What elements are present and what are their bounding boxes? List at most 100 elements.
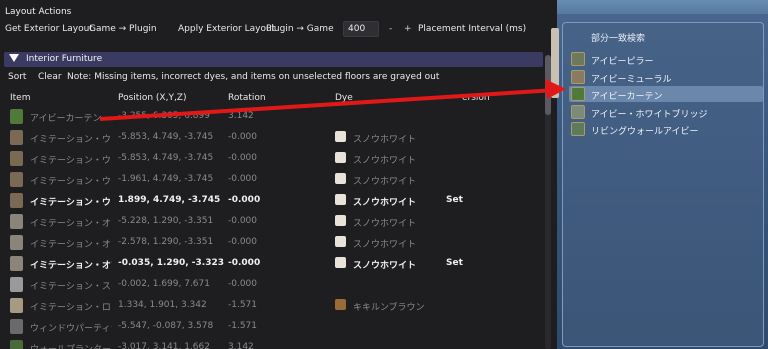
table-row[interactable]: ウォールプランター -3.017, 3.141, 1.662 3.142 bbox=[0, 338, 545, 349]
item-name: イミテーション・ウッド bbox=[30, 198, 112, 208]
column-position: Position (X,Y,Z) bbox=[118, 93, 187, 103]
item-rotation: -0.000 bbox=[228, 132, 258, 142]
search-result-item[interactable]: アイビーカーテン bbox=[569, 86, 763, 102]
item-position: 1.334, 1.901, 3.342 bbox=[118, 300, 207, 310]
sort-button[interactable]: Sort bbox=[8, 72, 26, 82]
item-dye: キキルンブラウン bbox=[353, 303, 425, 313]
placement-interval-input[interactable] bbox=[343, 21, 379, 37]
item-thumbnail-icon bbox=[10, 340, 23, 349]
plugin-to-game-label: Plugin → Game bbox=[266, 24, 334, 34]
dye-swatch bbox=[335, 173, 346, 184]
item-thumbnail-icon bbox=[10, 256, 23, 271]
furniture-icon bbox=[571, 87, 585, 101]
table-row[interactable]: イミテーション・オブジ -0.035, 1.290, -3.323 -0.000 スノ… bbox=[0, 254, 545, 275]
search-window-title: 部分一致検索 bbox=[591, 34, 646, 44]
get-exterior-layout-button[interactable]: Get Exterior Layout bbox=[5, 24, 93, 34]
apply-exterior-layout-button[interactable]: Apply Exterior Layout bbox=[178, 24, 275, 34]
search-result-label: アイビー・ホワイトブリッジ bbox=[591, 109, 708, 120]
search-result-label: アイビーカーテン bbox=[591, 92, 663, 102]
item-name: アイビーカーテン bbox=[30, 114, 102, 124]
dye-swatch bbox=[335, 194, 346, 205]
game-to-plugin-label: Game → Plugin bbox=[89, 24, 157, 34]
item-name: ウォールプランター bbox=[30, 342, 112, 349]
item-rotation: -0.000 bbox=[228, 216, 258, 226]
table-scrollbar[interactable] bbox=[545, 55, 551, 349]
item-thumbnail-icon bbox=[10, 130, 23, 145]
furniture-icon bbox=[571, 104, 585, 119]
search-result-item[interactable]: アイビーピラー bbox=[569, 51, 763, 67]
item-rotation: 3.142 bbox=[228, 111, 254, 121]
item-rotation: -0.000 bbox=[228, 237, 258, 247]
table-row[interactable]: イミテーション・オブジ -5.228, 1.290, -3.351 -0.000 スノ… bbox=[0, 212, 545, 233]
search-result-label: リビングウォールアイビー bbox=[591, 127, 699, 137]
item-rotation: 3.142 bbox=[228, 342, 254, 349]
table-row[interactable]: イミテーション・ロング 1.334, 1.901, 3.342 -1.571 キキルン… bbox=[0, 296, 545, 317]
item-position: -3.255, 6.305, 6.899 bbox=[118, 111, 210, 121]
item-name: イミテーション・ウッド bbox=[30, 135, 112, 145]
item-rotation: -0.000 bbox=[228, 195, 261, 205]
item-position: -2.578, 1.290, -3.351 bbox=[118, 237, 214, 247]
item-position: -5.853, 4.749, -3.745 bbox=[118, 153, 214, 163]
table-header: Item Position (X,Y,Z) Rotation Dye ersio… bbox=[0, 93, 545, 105]
game-edge-object bbox=[551, 28, 559, 98]
item-thumbnail-icon bbox=[10, 193, 23, 208]
item-dye: スノウホワイト bbox=[353, 156, 417, 166]
collapse-triangle-icon bbox=[9, 54, 19, 62]
dye-swatch bbox=[335, 152, 346, 163]
table-row[interactable]: イミテーション・ウッド 1.899, 4.749, -3.745 -0.000 スノウ… bbox=[0, 191, 545, 212]
table-row[interactable]: イミテーション・ウッド -1.961, 4.749, -3.745 -0.000 スノ… bbox=[0, 170, 545, 191]
item-thumbnail-icon bbox=[10, 151, 23, 166]
item-position: -1.961, 4.749, -3.745 bbox=[118, 174, 214, 184]
interior-furniture-label: Interior Furniture bbox=[26, 54, 103, 64]
item-dye: スノウホワイト bbox=[353, 261, 417, 271]
set-button[interactable]: Set bbox=[446, 258, 463, 268]
game-top-strip bbox=[557, 0, 768, 14]
item-position: -3.017, 3.141, 1.662 bbox=[118, 342, 210, 349]
item-rotation: -1.571 bbox=[228, 300, 258, 310]
item-name: イミテーション・ロング bbox=[30, 303, 112, 313]
interval-increment-button[interactable]: + bbox=[404, 24, 412, 34]
set-button[interactable]: Set bbox=[446, 195, 463, 205]
table-row[interactable]: アイビーカーテン -3.255, 6.305, 6.899 3.142 bbox=[0, 107, 545, 128]
item-name: イミテーション・オブジ bbox=[30, 219, 112, 229]
item-position: 1.899, 4.749, -3.745 bbox=[118, 195, 221, 205]
table-row[interactable]: イミテーション・スモー -0.002, 1.699, 7.671 -0.000 bbox=[0, 275, 545, 296]
item-dye: スノウホワイト bbox=[353, 219, 417, 229]
search-result-label: アイビーピラー bbox=[591, 57, 654, 67]
furniture-icon bbox=[571, 52, 585, 66]
table-row[interactable]: イミテーション・ウッド -5.853, 4.749, -3.745 -0.000 スノ… bbox=[0, 128, 545, 149]
item-position: -5.228, 1.290, -3.351 bbox=[118, 216, 214, 226]
item-thumbnail-icon bbox=[10, 214, 23, 229]
table-row[interactable]: ウィンドウパーティショ -5.547, -0.087, 3.578 -1.571 bbox=[0, 317, 545, 338]
item-name: イミテーション・ウッド bbox=[30, 177, 112, 187]
item-name: ウィンドウパーティショ bbox=[30, 324, 112, 334]
item-thumbnail-icon bbox=[10, 172, 23, 187]
clear-button[interactable]: Clear bbox=[38, 72, 62, 82]
search-result-label: アイビーミューラル bbox=[591, 74, 672, 85]
interval-decrement-button[interactable]: - bbox=[389, 24, 392, 34]
item-rotation: -0.000 bbox=[228, 174, 258, 184]
item-name: イミテーション・スモー bbox=[30, 282, 112, 292]
item-thumbnail-icon bbox=[10, 235, 23, 250]
partial-match-search-window: 部分一致検索 アイビーピラーアイビーミューラル アイビーカーテンアイビー・ホワイト… bbox=[562, 22, 764, 347]
search-result-item[interactable]: アイビー・ホワイトブリッジ bbox=[569, 104, 763, 120]
placement-interval-label: Placement Interval (ms) bbox=[418, 24, 527, 34]
item-dye: スノウホワイト bbox=[353, 240, 417, 250]
interior-furniture-header[interactable]: Interior Furniture bbox=[4, 52, 543, 67]
item-position: -0.002, 1.699, 7.671 bbox=[118, 279, 210, 289]
item-dye: スノウホワイト bbox=[353, 198, 417, 208]
item-dye: スノウホワイト bbox=[353, 177, 417, 187]
column-rotation: Rotation bbox=[228, 93, 266, 103]
grayed-out-note: Note: Missing items, incorrect dyes, and… bbox=[67, 72, 440, 82]
column-item: Item bbox=[10, 93, 31, 103]
search-result-item[interactable]: リビングウォールアイビー bbox=[569, 121, 763, 137]
search-result-item[interactable]: アイビーミューラル bbox=[569, 69, 763, 85]
table-row[interactable]: イミテーション・ウッド -5.853, 4.749, -3.745 -0.000 スノ… bbox=[0, 149, 545, 170]
dye-swatch bbox=[335, 236, 346, 247]
item-position: -5.547, -0.087, 3.578 bbox=[118, 321, 214, 331]
furniture-icon bbox=[571, 122, 585, 136]
item-thumbnail-icon bbox=[10, 277, 23, 292]
item-name: イミテーション・オブジ bbox=[30, 261, 112, 271]
dye-swatch bbox=[335, 299, 346, 310]
table-row[interactable]: イミテーション・オブジ -2.578, 1.290, -3.351 -0.000 スノ… bbox=[0, 233, 545, 254]
